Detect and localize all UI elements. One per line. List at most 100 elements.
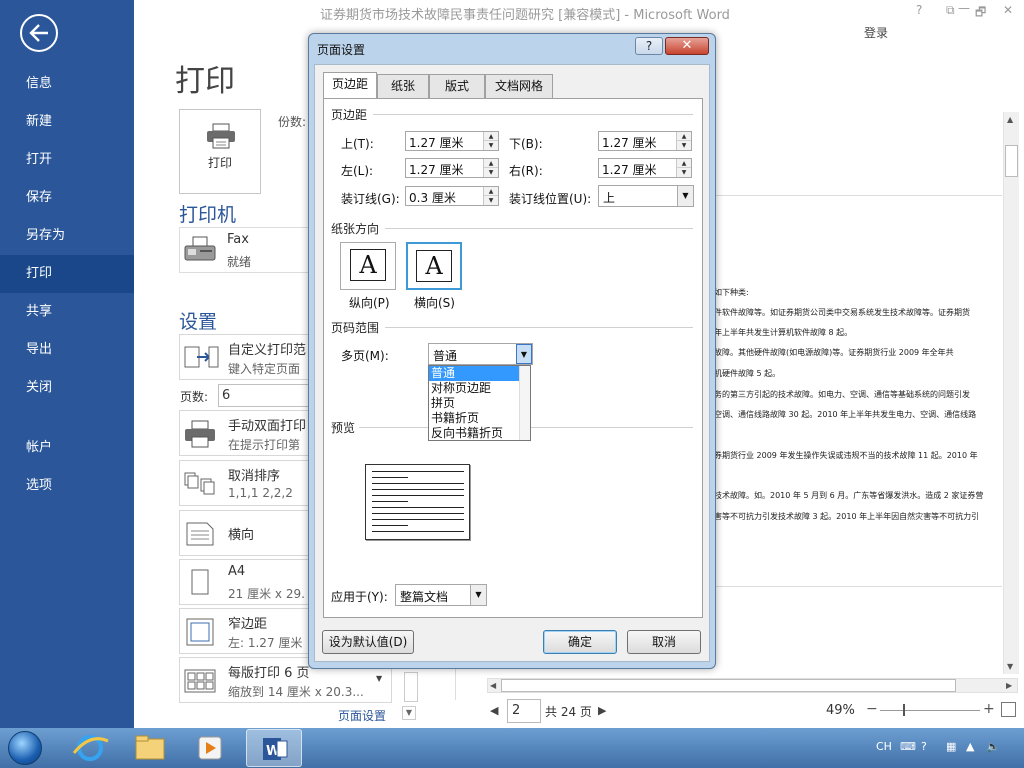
spin-down-icon[interactable]: ▼ (677, 141, 691, 150)
sidebar-item-options[interactable]: 选项 (0, 467, 134, 505)
login-link[interactable]: 登录 (864, 24, 888, 41)
ribbon-display-button[interactable]: ⧉ (946, 3, 955, 18)
sidebar-item-open[interactable]: 打开 (0, 141, 134, 179)
spin-up-icon[interactable]: ▲ (677, 132, 691, 141)
dropdown-option[interactable]: 普通 (429, 366, 530, 381)
chevron-down-icon[interactable]: ▼ (470, 585, 486, 605)
gutter-position-select[interactable]: 上 ▼ (598, 185, 694, 207)
word-taskbar-icon[interactable]: W (246, 729, 302, 767)
volume-icon[interactable]: 🔈 (986, 740, 1000, 753)
sidebar-item-save-as[interactable]: 另存为 (0, 217, 134, 255)
margins-selector[interactable]: 窄边距 左: 1.27 厘米 (179, 608, 311, 654)
zoom-slider[interactable] (880, 710, 980, 711)
zoom-slider-thumb[interactable] (903, 704, 905, 716)
close-window-button[interactable]: ✕ (1003, 3, 1013, 17)
orientation-selector[interactable]: 横向 (179, 510, 311, 556)
restore-button[interactable]: 🗗 (975, 3, 986, 24)
media-player-icon[interactable] (182, 729, 238, 767)
printer-selector[interactable]: Fax 就绪 (179, 227, 311, 273)
print-range-selector[interactable]: 自定义打印范 键入特定页面 (179, 334, 311, 380)
vertical-scroll-thumb[interactable] (1005, 145, 1018, 177)
dropdown-option[interactable]: 拼页 (429, 396, 530, 411)
back-arrow-icon[interactable] (20, 14, 58, 52)
spin-down-icon[interactable]: ▼ (484, 141, 498, 150)
landscape-label[interactable]: 横向(S) (414, 294, 455, 311)
spin-up-icon[interactable]: ▲ (484, 187, 498, 196)
spin-down-icon[interactable]: ▼ (484, 168, 498, 177)
zoom-in-icon[interactable]: + (983, 701, 995, 717)
internet-explorer-icon[interactable] (62, 729, 118, 767)
current-page-input[interactable]: 2 (507, 699, 541, 723)
spin-up-icon[interactable]: ▲ (677, 159, 691, 168)
title-bar: 证券期货市场技术故障民事责任问题研究 [兼容模式] - Microsoft Wo… (134, 0, 1024, 26)
gutter-input[interactable]: 0.3 厘米 ▲ ▼ (405, 186, 499, 206)
portrait-label[interactable]: 纵向(P) (349, 294, 390, 311)
zoom-out-icon[interactable]: − (866, 701, 878, 717)
cancel-button[interactable]: 取消 (627, 630, 701, 654)
right-margin-input[interactable]: 1.27 厘米 ▲ ▼ (598, 158, 692, 178)
tab-document-grid[interactable]: 文档网格 (485, 74, 553, 98)
bottom-margin-input[interactable]: 1.27 厘米 ▲ ▼ (598, 131, 692, 151)
help-tray-icon[interactable]: ? (921, 740, 927, 753)
preview-text-line: 机硬件故障 5 起。 (714, 369, 781, 378)
minimize-button[interactable]: — (958, 1, 970, 15)
sidebar-item-close[interactable]: 关闭 (0, 369, 134, 407)
scroll-right-arrow-icon[interactable]: ▶ (1006, 681, 1012, 690)
horizontal-scroll-thumb[interactable] (501, 679, 956, 692)
spin-down-icon[interactable]: ▼ (677, 168, 691, 177)
landscape-option[interactable]: A (406, 242, 462, 290)
input-language[interactable]: CH (876, 740, 892, 753)
page-setup-link[interactable]: 页面设置 (338, 707, 386, 724)
duplex-selector[interactable]: 手动双面打印 在提示打印第 (179, 410, 311, 456)
dialog-help-button[interactable]: ? (635, 37, 663, 55)
sidebar-item-new[interactable]: 新建 (0, 103, 134, 141)
scroll-left-arrow-icon[interactable]: ◀ (490, 681, 496, 690)
sidebar-item-account[interactable]: 帐户 (0, 429, 134, 467)
scroll-down-arrow-icon[interactable]: ▼ (1007, 662, 1013, 671)
spin-up-icon[interactable]: ▲ (484, 159, 498, 168)
dialog-close-button[interactable]: ✕ (665, 37, 709, 55)
scroll-up-arrow-icon[interactable]: ▲ (1007, 115, 1013, 124)
chevron-down-icon[interactable]: ▼ (516, 344, 532, 364)
pages-label: 页数: (180, 390, 209, 404)
multiple-pages-select[interactable]: 普通 ▼ (428, 343, 533, 365)
tab-layout[interactable]: 版式 (429, 74, 485, 98)
pages-input[interactable]: 6 (218, 384, 310, 407)
paper-size-selector[interactable]: A4 21 厘米 x 29. (179, 559, 311, 605)
top-margin-input[interactable]: 1.27 厘米 ▲ ▼ (405, 131, 499, 151)
preview-vertical-scrollbar[interactable] (1003, 112, 1019, 674)
settings-scrollbar[interactable] (404, 672, 418, 702)
network-icon[interactable]: ▦ (946, 740, 956, 753)
portrait-option[interactable]: A (340, 242, 396, 290)
show-hidden-icons-icon[interactable]: ▲ (966, 740, 974, 753)
dropdown-option[interactable]: 反向书籍折页 (429, 426, 530, 441)
scroll-down-arrow-icon[interactable]: ▼ (402, 706, 416, 720)
apply-to-select[interactable]: 整篇文档 ▼ (395, 584, 487, 606)
sidebar-item-export[interactable]: 导出 (0, 331, 134, 369)
keyboard-icon[interactable]: ⌨ (900, 740, 916, 753)
zoom-to-page-icon[interactable] (1001, 702, 1016, 717)
dropdown-option[interactable]: 书籍折页 (429, 411, 530, 426)
left-margin-input[interactable]: 1.27 厘米 ▲ ▼ (405, 158, 499, 178)
dropdown-option[interactable]: 对称页边距 (429, 381, 530, 396)
spin-up-icon[interactable]: ▲ (484, 132, 498, 141)
previous-page-icon[interactable]: ◀ (490, 704, 498, 717)
print-button[interactable]: 打印 (179, 109, 261, 194)
sidebar-item-save[interactable]: 保存 (0, 179, 134, 217)
sidebar-item-share[interactable]: 共享 (0, 293, 134, 331)
collate-selector[interactable]: 取消排序 1,1,1 2,2,2 (179, 460, 311, 506)
spin-down-icon[interactable]: ▼ (484, 196, 498, 205)
next-page-icon[interactable]: ▶ (598, 704, 606, 717)
chevron-down-icon[interactable]: ▼ (677, 186, 693, 206)
file-explorer-icon[interactable] (122, 729, 178, 767)
help-button[interactable]: ? (916, 3, 922, 17)
ok-button[interactable]: 确定 (543, 630, 617, 654)
dropdown-scrollbar[interactable] (519, 366, 530, 440)
tab-margins[interactable]: 页边距 (323, 72, 377, 99)
set-as-default-button[interactable]: 设为默认值(D) (322, 630, 414, 654)
sidebar-item-print[interactable]: 打印 (0, 255, 134, 293)
tab-paper[interactable]: 纸张 (377, 74, 429, 98)
zoom-level[interactable]: 49% (826, 703, 855, 718)
start-button[interactable] (8, 731, 42, 765)
sidebar-item-info[interactable]: 信息 (0, 65, 134, 103)
